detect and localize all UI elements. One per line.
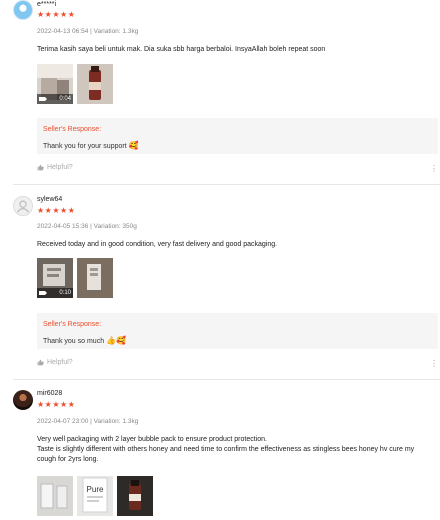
review-meta: 2022-04-07 23:00 | Variation: 1.3kg — [37, 418, 139, 425]
seller-response-message: Thank you for your support — [43, 143, 127, 150]
user-avatar[interactable] — [13, 390, 33, 410]
user-avatar[interactable] — [13, 0, 33, 20]
thumbs-up-icon — [37, 359, 44, 366]
review-text: Terima kasih saya beli untuk mak. Dia su… — [37, 46, 326, 53]
pure-honey-jar-photo: Pure — [77, 476, 113, 516]
thumbs-up-icon — [37, 164, 44, 171]
video-camera-icon — [39, 291, 47, 295]
review-media: Pure — [37, 476, 153, 516]
bottle-photo — [117, 476, 153, 516]
helpful-button[interactable]: Helpful? — [37, 164, 73, 171]
seller-response: Seller's Response: Thank you for your su… — [37, 118, 438, 154]
review-meta: 2022-04-13 06:54 | Variation: 1.3kg — [37, 28, 139, 35]
more-vertical-icon[interactable]: ⋮ — [430, 165, 438, 173]
thumbs-up-smiling-face-hearts-icon: 👍🥰 — [106, 336, 126, 345]
seller-response-title: Seller's Response: — [43, 321, 102, 328]
rating-stars: ★★★★★ — [37, 206, 76, 215]
rating-stars: ★★★★★ — [37, 10, 76, 19]
review-text: Received today and in good condition, ve… — [37, 241, 278, 248]
review-video-thumbnail[interactable]: 0:10 — [37, 258, 73, 298]
review-meta: 2022-04-05 15:36 | Variation: 350g — [37, 223, 137, 230]
default-user-icon — [17, 200, 29, 213]
honey-bottle-photo — [77, 64, 113, 104]
helpful-label: Helpful? — [47, 164, 73, 171]
review-divider — [13, 184, 440, 185]
review-photo-thumbnail[interactable] — [37, 476, 73, 516]
video-badge: 0:04 — [37, 94, 73, 104]
review-text: Very well packaging with 2 layer bubble … — [37, 436, 415, 463]
review-photo-thumbnail[interactable] — [117, 476, 153, 516]
seller-response-text: Thank you so much 👍🥰 — [43, 336, 432, 346]
more-vertical-icon[interactable]: ⋮ — [430, 360, 438, 368]
review-username[interactable]: e*****i — [37, 1, 56, 8]
review-media: 0:04 — [37, 64, 113, 104]
helpful-label: Helpful? — [47, 359, 73, 366]
jars-photo — [37, 476, 73, 516]
review-username[interactable]: sylew64 — [37, 196, 62, 203]
user-avatar[interactable] — [13, 196, 33, 216]
rating-stars: ★★★★★ — [37, 400, 76, 409]
video-badge: 0:10 — [37, 288, 73, 298]
review-divider — [13, 379, 440, 380]
review-photo-thumbnail[interactable] — [77, 64, 113, 104]
review-photo-thumbnail[interactable]: Pure — [77, 476, 113, 516]
package-photo — [77, 258, 113, 298]
review-username[interactable]: mir6028 — [37, 390, 62, 397]
seller-response-text: Thank you for your support 🥰 — [43, 141, 432, 151]
video-duration: 0:04 — [59, 96, 71, 102]
video-duration: 0:10 — [59, 290, 71, 296]
helpful-button[interactable]: Helpful? — [37, 359, 73, 366]
video-camera-icon — [39, 97, 47, 101]
smiling-face-hearts-icon: 🥰 — [128, 141, 139, 150]
review-video-thumbnail[interactable]: 0:04 — [37, 64, 73, 104]
review-photo-thumbnail[interactable] — [77, 258, 113, 298]
review-media: 0:10 — [37, 258, 113, 298]
seller-response-message: Thank you so much — [43, 338, 105, 345]
seller-response-title: Seller's Response: — [43, 126, 102, 133]
pure-label-text: Pure — [87, 485, 104, 494]
seller-response: Seller's Response: Thank you so much 👍🥰 — [37, 313, 438, 349]
